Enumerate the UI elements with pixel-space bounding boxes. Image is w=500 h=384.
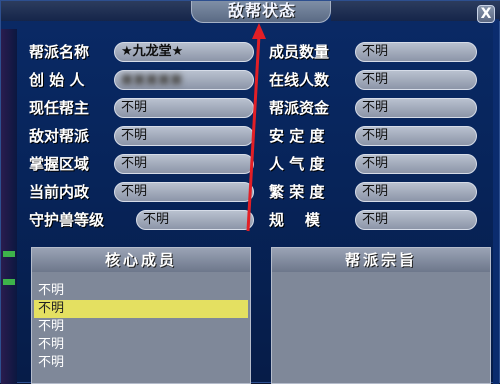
annotation-arrow-icon [246,23,266,232]
enemy-guild-status-window: 敌帮状态 X 帮派名称 ★九龙堂★ 创 始 人 ■■■■■ 现任帮主 不明 敌对… [0,0,500,384]
